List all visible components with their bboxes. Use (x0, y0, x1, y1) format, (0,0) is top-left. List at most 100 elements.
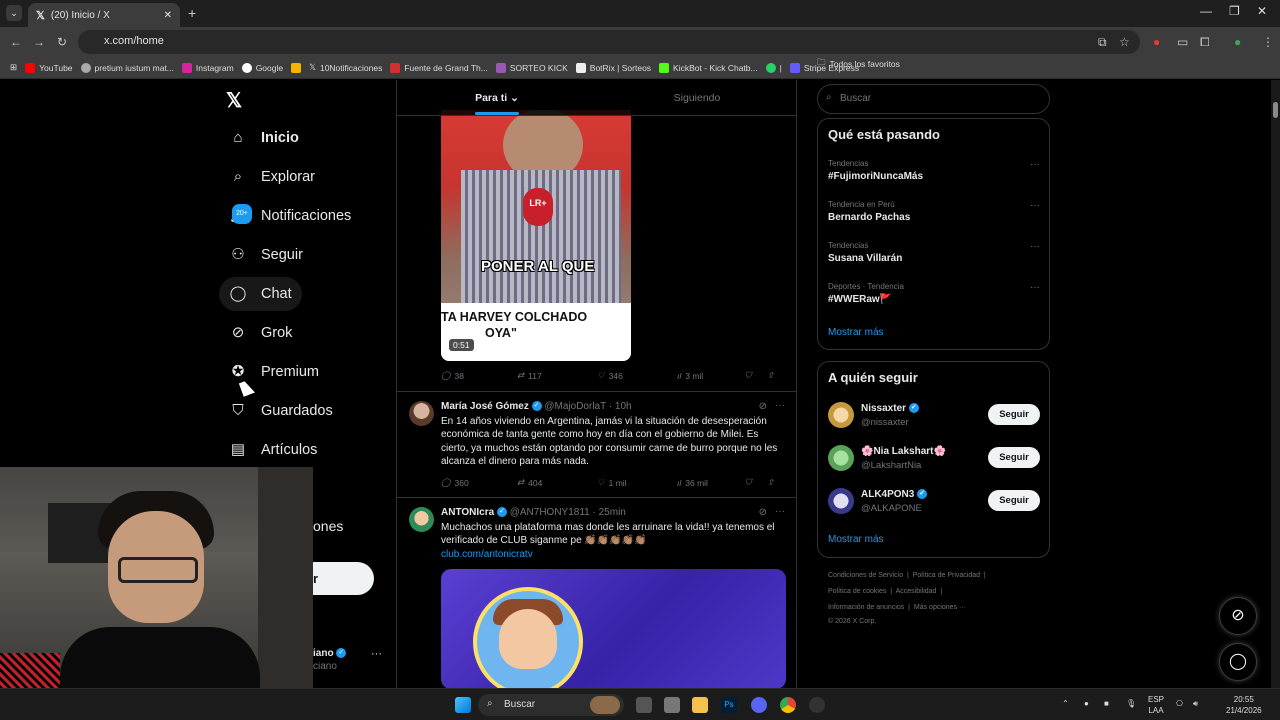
window-close-button[interactable]: ✕ (1257, 4, 1267, 18)
tray-icon[interactable]: ■ (1104, 698, 1109, 709)
extension-icon[interactable]: ● (1153, 35, 1160, 49)
forward-button[interactable]: → (33, 35, 45, 49)
extension-icon[interactable]: ▭ (1177, 35, 1188, 49)
bookmark-botrix[interactable]: BotRix | Sorteos (575, 62, 651, 73)
tab-following[interactable]: Siguiendo (597, 80, 796, 115)
footer-link[interactable]: Política de cookies (828, 588, 886, 595)
close-tab-icon[interactable]: ✕ (164, 10, 172, 21)
bookmark-fuente[interactable]: Fuente de Grand Th... (390, 62, 488, 73)
chat-fab-button[interactable]: ◯ (1219, 643, 1257, 681)
back-button[interactable]: ← (10, 35, 22, 49)
tweet-time[interactable]: · 25min (593, 507, 626, 518)
app-icon[interactable] (664, 697, 680, 713)
tab-search-button[interactable]: ⌄ (6, 5, 22, 21)
follow-button[interactable]: Seguir (988, 404, 1040, 425)
network-icon[interactable]: ⎔ (1176, 698, 1183, 709)
trend-item[interactable]: Tendencias #FujimoriNuncaMás ··· (828, 159, 1040, 182)
repost-button[interactable]: ⇄ 117 (517, 370, 597, 381)
follow-suggestion[interactable]: Nissaxter ✓ @nissaxter Seguir (828, 400, 1040, 430)
chrome-icon[interactable] (780, 697, 796, 713)
follow-suggestion[interactable]: 🌸Nia Lakshart🌸 @LakshartNia Seguir (828, 443, 1040, 473)
bookmark-x-notifications[interactable]: 𝕏 10Notificaciones (309, 62, 382, 73)
grok-icon[interactable]: ⊘ (759, 401, 767, 412)
more-icon[interactable]: ··· (775, 506, 785, 517)
tweet-time[interactable]: · 10h (609, 401, 632, 412)
bookmark-kickbot[interactable]: KickBot - Kick Chatb... (659, 62, 758, 73)
nav-explore[interactable]: ⌕ Explorar (219, 160, 325, 194)
bookmark-button[interactable]: ⛉ (745, 477, 767, 488)
bookmark-instagram[interactable]: Instagram (181, 62, 234, 73)
show-more-follow[interactable]: Mostrar más (828, 534, 884, 545)
app-icon[interactable] (809, 697, 825, 713)
trend-item[interactable]: Deportes · Tendencia #WWERaw🚩 ··· (828, 282, 1040, 305)
nav-bookmarks[interactable]: ⛉ Guardados (219, 394, 343, 428)
more-icon[interactable]: ··· (1030, 282, 1040, 293)
share-button[interactable]: ⇧ (767, 370, 774, 381)
taskbar-search[interactable]: ⌕ Buscar (478, 694, 624, 716)
nav-premium[interactable]: ✪ Premium (219, 355, 329, 389)
nav-more-partial[interactable]: ones (313, 518, 343, 534)
bookmark-whatsapp[interactable]: | (765, 62, 782, 73)
follow-button[interactable]: Seguir (988, 447, 1040, 468)
show-more-trends[interactable]: Mostrar más (828, 327, 884, 338)
footer-link[interactable]: Política de Privacidad (913, 572, 980, 579)
star-icon[interactable]: ☆ (1119, 35, 1130, 49)
bookmark-google[interactable]: Google (241, 62, 283, 73)
avatar[interactable] (828, 402, 854, 428)
more-icon[interactable]: ··· (775, 400, 785, 411)
avatar[interactable] (409, 401, 434, 426)
tweet[interactable]: María José Gómez ✓ @MajoDorlaT · 10h ⊘ ·… (397, 391, 796, 499)
nav-articles[interactable]: ▤ Artículos (219, 433, 327, 467)
restore-button[interactable]: ❐ (1229, 4, 1240, 18)
follow-suggestion[interactable]: ALK4PON3 ✓ @ALKAPONE Seguir (828, 486, 1040, 516)
scrollbar-thumb[interactable] (1273, 102, 1278, 118)
extensions-puzzle-icon[interactable]: ⧠ (1200, 35, 1210, 50)
account-switcher[interactable]: iano ✓ ··· ciano (313, 648, 382, 672)
more-icon[interactable]: ··· (1030, 159, 1040, 170)
trend-item[interactable]: Tendencias Susana Villarán ··· (828, 241, 1040, 264)
address-bar[interactable]: x.com/home (78, 30, 1140, 54)
more-icon[interactable]: ··· (371, 648, 382, 660)
install-app-icon[interactable]: ⧉ (1098, 35, 1107, 50)
views-button[interactable]: ıl 3 mil (677, 370, 745, 381)
bookmark-pretium[interactable]: pretium iustum mat... (80, 62, 174, 73)
footer-link[interactable]: Accesibilidad (896, 588, 937, 595)
grok-fab-button[interactable]: ⊘ (1219, 597, 1257, 635)
reload-button[interactable]: ↻ (57, 35, 67, 49)
tab-for-you[interactable]: Para ti ⌄ (397, 80, 597, 115)
start-button[interactable] (455, 697, 471, 713)
author-handle[interactable]: @MajoDorlaT (544, 401, 606, 412)
footer-link[interactable]: Información de anuncios (828, 604, 904, 611)
menu-icon[interactable]: ⋮ (1262, 35, 1274, 49)
nav-follow[interactable]: ⚇ Seguir (219, 238, 313, 272)
reply-button[interactable]: ◯ 38 (441, 370, 517, 381)
bookmark-pinwheel[interactable] (291, 62, 302, 73)
clock[interactable]: 20:55 21/4/2026 (1226, 694, 1262, 716)
video-player[interactable]: LR+ PONER AL QUE TA HARVEY COLCHADO OYA"… (441, 110, 631, 361)
like-button[interactable]: ♡ 1 mil (597, 477, 677, 488)
volume-icon[interactable]: 🔊︎ (1193, 698, 1198, 709)
author-name[interactable]: María José Gómez (441, 401, 529, 412)
discord-icon[interactable] (751, 697, 767, 713)
grok-icon[interactable]: ⊘ (759, 507, 767, 518)
post-button[interactable]: r (313, 562, 374, 595)
author-handle[interactable]: @AN7HONY1811 (510, 507, 590, 518)
follow-button[interactable]: Seguir (988, 490, 1040, 511)
share-button[interactable]: ⇧ (767, 477, 774, 488)
avatar[interactable] (409, 507, 434, 532)
tweet-link[interactable]: club.com/antonicratv (441, 548, 781, 561)
like-button[interactable]: ♡ 346 (597, 370, 677, 381)
x-logo-icon[interactable]: 𝕏 (226, 88, 242, 113)
tray-icon[interactable]: ● (1084, 698, 1089, 709)
reply-button[interactable]: ◯ 360 (441, 477, 517, 488)
bookmark-sorteo-kick[interactable]: SORTEO KICK (495, 62, 568, 73)
footer-link[interactable]: Condiciones de Servicio (828, 572, 903, 579)
nav-notifications[interactable]: 🔔︎20+ Notificaciones (219, 199, 361, 233)
avatar[interactable] (828, 488, 854, 514)
trend-item[interactable]: Tendencia en Perú Bernardo Pachas ··· (828, 200, 1040, 223)
apps-icon[interactable]: ⊞ (10, 62, 17, 73)
nav-grok[interactable]: ⊘ Grok (219, 316, 302, 350)
bookmark-youtube[interactable]: YouTube (25, 62, 73, 73)
browser-tab[interactable]: 𝕏 (20) Inicio / X ✕ (28, 3, 180, 27)
repost-button[interactable]: ⇄ 404 (517, 477, 597, 488)
